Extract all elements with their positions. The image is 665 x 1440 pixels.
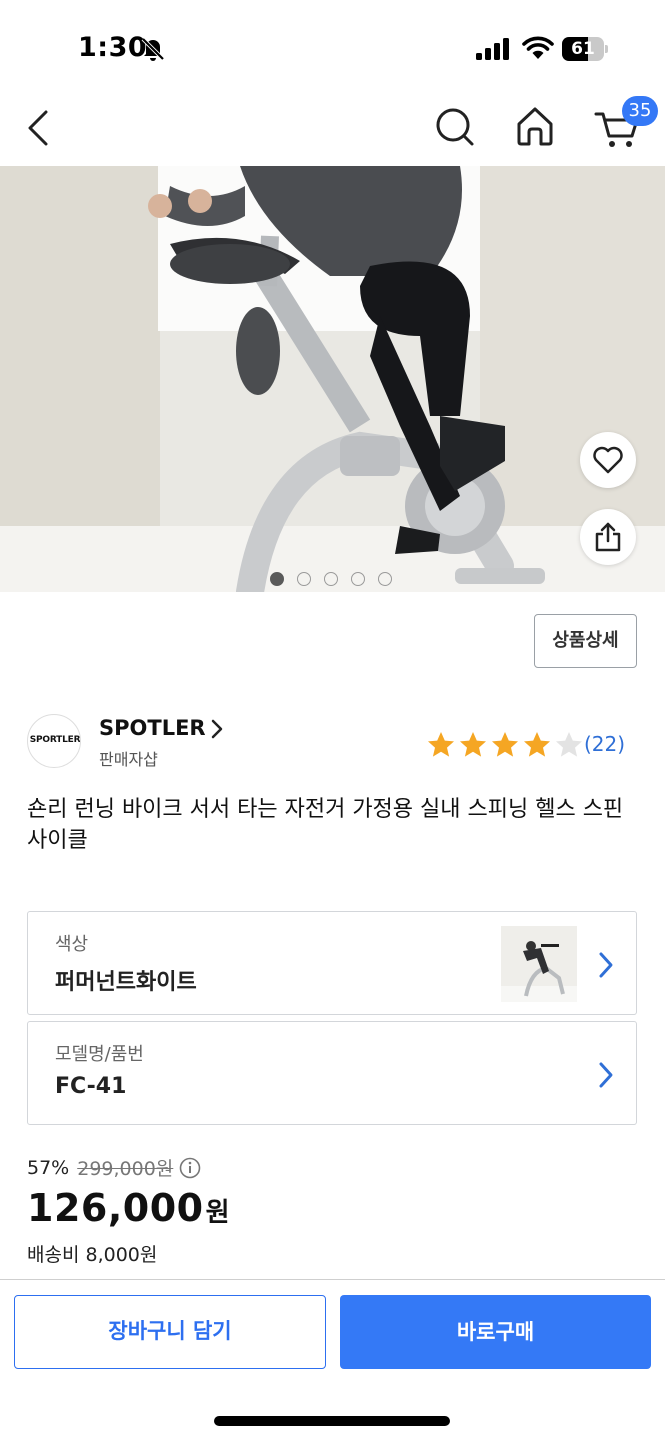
chevron-right-icon	[599, 1062, 613, 1088]
seller-logo[interactable]: SPORTLER	[27, 714, 81, 768]
heart-icon	[593, 446, 623, 474]
seller-shop-label: 판매자샵	[99, 750, 158, 769]
product-title: 숀리 런닝 바이크 서서 타는 자전거 가정용 실내 스피닝 헬스 스핀 사이클	[27, 797, 624, 853]
buy-now-button[interactable]: 바로구매	[340, 1295, 651, 1369]
seller-logo-text: SPORTLER	[29, 735, 81, 745]
carousel-dot[interactable]	[378, 572, 392, 586]
discount-row: 57% 299,000원	[27, 1154, 201, 1181]
bottom-divider	[0, 1279, 665, 1280]
product-image-carousel[interactable]	[0, 166, 665, 592]
info-icon[interactable]	[179, 1157, 201, 1179]
battery-percent: 61	[571, 39, 595, 59]
model-option-selector[interactable]: 모델명/품번 FC-41	[27, 1021, 637, 1125]
original-price: 299,000원	[77, 1158, 174, 1180]
add-to-cart-button[interactable]: 장바구니 담기	[14, 1295, 326, 1369]
wifi-icon	[522, 36, 554, 59]
status-time: 1:30	[78, 32, 148, 63]
chevron-left-icon[interactable]	[22, 104, 58, 152]
discount-rate: 57%	[27, 1156, 70, 1179]
star-filled-icon	[492, 732, 518, 757]
star-filled-icon	[428, 732, 454, 757]
seller-name[interactable]: SPOTLER	[99, 716, 206, 740]
option-value: FC-41	[55, 1074, 127, 1099]
exercise-bike-photo	[0, 166, 665, 592]
price-row: 126,000 원	[27, 1186, 230, 1230]
share-icon	[595, 522, 621, 552]
option-value: 퍼머넌트화이트	[55, 970, 197, 995]
app-header: 35	[0, 96, 665, 166]
carousel-pagination	[270, 572, 392, 586]
cart-count-badge: 35	[622, 96, 658, 126]
chevron-right-icon	[599, 952, 613, 978]
option-thumbnail	[501, 926, 577, 1002]
price-unit: 원	[205, 1198, 230, 1228]
option-label: 모델명/품번	[55, 1044, 144, 1065]
sale-price: 126,000	[27, 1186, 204, 1230]
wishlist-button[interactable]	[580, 432, 636, 488]
carousel-dot[interactable]	[297, 572, 311, 586]
home-indicator	[214, 1416, 450, 1426]
carousel-dot[interactable]	[270, 572, 284, 586]
star-empty-icon	[556, 732, 582, 757]
chevron-right-icon[interactable]	[208, 718, 226, 740]
cellular-signal-icon	[476, 38, 509, 60]
option-label: 색상	[55, 934, 89, 955]
status-bar: 1:30 61	[0, 0, 665, 96]
review-count[interactable]: (22)	[584, 732, 625, 756]
shipping-fee: 배송비 8,000원	[27, 1244, 158, 1266]
rating-stars[interactable]	[426, 730, 586, 760]
search-icon[interactable]	[434, 104, 476, 150]
carousel-dot[interactable]	[324, 572, 338, 586]
carousel-dot[interactable]	[351, 572, 365, 586]
color-option-selector[interactable]: 색상 퍼머넌트화이트	[27, 911, 637, 1015]
bell-slash-icon	[141, 37, 165, 61]
home-icon[interactable]	[514, 104, 556, 150]
star-filled-icon	[460, 732, 486, 757]
battery-icon: 61	[562, 37, 608, 61]
share-button[interactable]	[580, 509, 636, 565]
star-filled-icon	[524, 732, 550, 757]
product-detail-button[interactable]: 상품상세	[534, 614, 637, 668]
